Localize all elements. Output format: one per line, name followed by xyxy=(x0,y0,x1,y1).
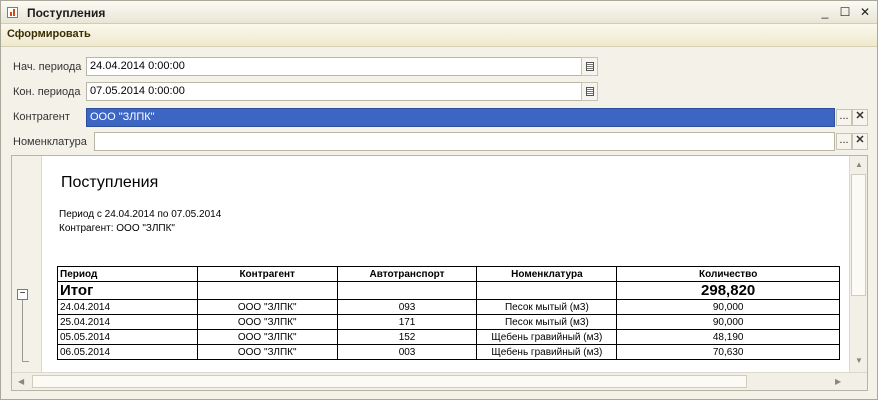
column-header: Контрагент xyxy=(196,266,338,282)
calendar-icon xyxy=(586,87,594,96)
calendar-icon xyxy=(586,62,594,71)
minus-icon[interactable]: − xyxy=(17,289,28,300)
close-button[interactable]: ✕ xyxy=(857,5,873,20)
report-document[interactable]: − Поступления Период с 24.04.2014 по 07.… xyxy=(11,155,868,391)
report-period-line: Период с 24.04.2014 по 07.05.2014 xyxy=(59,209,222,220)
table-row: 25.04.2014 ООО "ЗЛПК" 171 Песок мытый (м… xyxy=(57,314,840,330)
report-window: Поступления _ ☐ ✕ Сформировать Нач. пери… xyxy=(0,0,878,400)
horizontal-scrollbar[interactable]: ◀ ▶ xyxy=(12,372,867,390)
table-row: 05.05.2014 ООО "ЗЛПК" 152 Щебень гравийн… xyxy=(57,329,840,345)
title-bar[interactable]: Поступления _ ☐ ✕ xyxy=(1,1,877,24)
end-period-field[interactable]: 07.05.2014 0:00:00 xyxy=(86,82,582,101)
counterparty-clear-button[interactable]: ✕ xyxy=(852,109,868,126)
column-header: Автотранспорт xyxy=(336,266,478,282)
total-row: Итог 298,820 xyxy=(57,281,840,300)
nomenclature-select-button[interactable]: ... xyxy=(836,133,852,150)
table-row: 06.05.2014 ООО "ЗЛПК" 003 Щебень гравийн… xyxy=(57,344,840,360)
report-chart-icon xyxy=(7,7,18,18)
toolbar: Сформировать xyxy=(1,24,877,47)
column-header: Количество xyxy=(616,266,840,282)
nomenclature-clear-button[interactable]: ✕ xyxy=(852,133,868,150)
column-header: Номенклатура xyxy=(476,266,618,282)
total-label: Итог xyxy=(57,281,198,300)
start-period-field[interactable]: 24.04.2014 0:00:00 xyxy=(86,57,582,76)
total-value: 298,820 xyxy=(616,281,840,300)
counterparty-label: Контрагент xyxy=(13,111,70,123)
column-header: Период xyxy=(57,266,198,282)
maximize-button[interactable]: ☐ xyxy=(837,5,853,20)
grouping-gutter: − xyxy=(12,156,42,372)
vertical-scrollbar[interactable]: ▲ ▼ xyxy=(849,156,867,372)
arrow-up-icon[interactable]: ▲ xyxy=(855,160,863,169)
start-calendar-button[interactable] xyxy=(581,57,598,76)
generate-button[interactable]: Сформировать xyxy=(7,28,91,40)
counterparty-select-button[interactable]: ... xyxy=(836,109,852,126)
minimize-button[interactable]: _ xyxy=(817,5,833,20)
nomenclature-label: Номенклатура xyxy=(13,136,87,148)
report-table: Период Контрагент Автотранспорт Номенкла… xyxy=(57,266,840,360)
table-header-row: Период Контрагент Автотранспорт Номенкла… xyxy=(57,266,840,282)
nomenclature-field[interactable] xyxy=(94,132,835,151)
start-period-label: Нач. периода xyxy=(13,61,82,73)
report-title: Поступления xyxy=(61,174,159,191)
end-period-label: Кон. периода xyxy=(13,86,81,98)
arrow-right-icon[interactable]: ▶ xyxy=(835,377,841,386)
arrow-left-icon[interactable]: ◀ xyxy=(18,377,24,386)
report-counterparty-line: Контрагент: ООО "ЗЛПК" xyxy=(59,223,175,234)
vertical-scroll-thumb[interactable] xyxy=(851,174,866,296)
counterparty-field[interactable]: ООО "ЗЛПК" xyxy=(86,108,835,127)
arrow-down-icon[interactable]: ▼ xyxy=(855,356,863,365)
table-row: 24.04.2014 ООО "ЗЛПК" 093 Песок мытый (м… xyxy=(57,299,840,315)
horizontal-scroll-thumb[interactable] xyxy=(32,375,747,388)
window-title: Поступления xyxy=(27,6,106,20)
end-calendar-button[interactable] xyxy=(581,82,598,101)
